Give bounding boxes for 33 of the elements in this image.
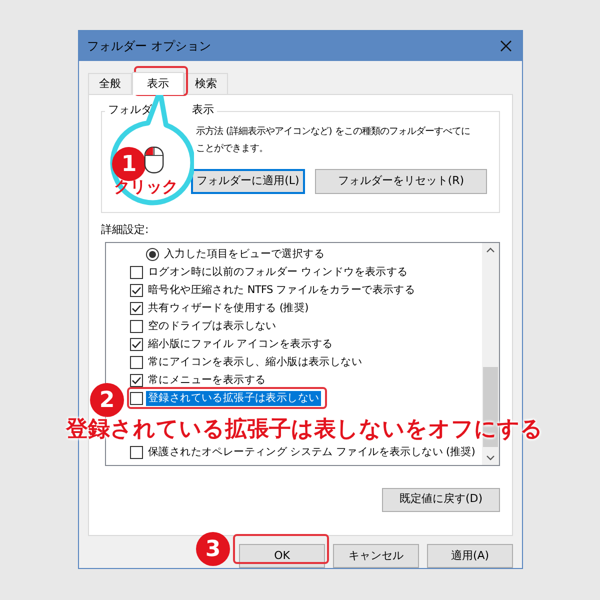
setting-label[interactable]: 空のドライブは表示しない (146, 319, 278, 334)
folder-button[interactable]: フォルダーをリセット(R) (315, 169, 487, 194)
mouse-icon (144, 146, 164, 174)
checkbox[interactable] (130, 284, 143, 297)
checkbox[interactable] (130, 374, 143, 387)
checkbox[interactable] (130, 266, 143, 279)
folder-button[interactable]: フォルダーに適用(L) (191, 169, 305, 194)
scroll-down-icon[interactable] (486, 454, 495, 460)
setting-label[interactable]: 登録されている拡張子は表示しない (146, 391, 322, 406)
setting-label[interactable]: 共有ウィザードを使用する (推奨) (146, 301, 310, 316)
dialog-button[interactable]: 適用(A) (427, 544, 513, 568)
close-icon[interactable] (500, 40, 512, 52)
checkbox[interactable] (130, 446, 143, 459)
checkbox[interactable] (130, 338, 143, 351)
tab[interactable]: 表示 (132, 72, 184, 95)
setting-label[interactable]: 保護されたオペレーティング システム ファイルを表示しない (推奨) (146, 445, 478, 460)
window-title: フォルダー オプション (87, 38, 211, 55)
checkbox[interactable] (130, 392, 143, 405)
restore-defaults-button[interactable]: 既定値に戻す(D) (382, 488, 500, 512)
group-description: 示方法 (詳細表示やアイコンなど) をこの種類のフォルダーすべてに (196, 125, 472, 138)
group-description: ことができます。 (196, 142, 269, 155)
group-title: 表示 (192, 103, 214, 117)
advanced-label: 詳細設定: (101, 222, 150, 238)
checkbox[interactable] (130, 302, 143, 315)
radio-button[interactable] (146, 248, 159, 261)
checkbox[interactable] (130, 320, 143, 333)
tab[interactable]: 全般 (88, 73, 132, 94)
checkbox[interactable] (130, 356, 143, 369)
dialog-button[interactable]: キャンセル (333, 544, 419, 568)
tab[interactable]: 検索 (184, 73, 228, 94)
scroll-up-icon[interactable] (486, 246, 495, 252)
dialog-button[interactable]: OK (239, 544, 325, 568)
setting-label[interactable]: 常にアイコンを表示し、縮小版は表示しない (146, 355, 364, 370)
